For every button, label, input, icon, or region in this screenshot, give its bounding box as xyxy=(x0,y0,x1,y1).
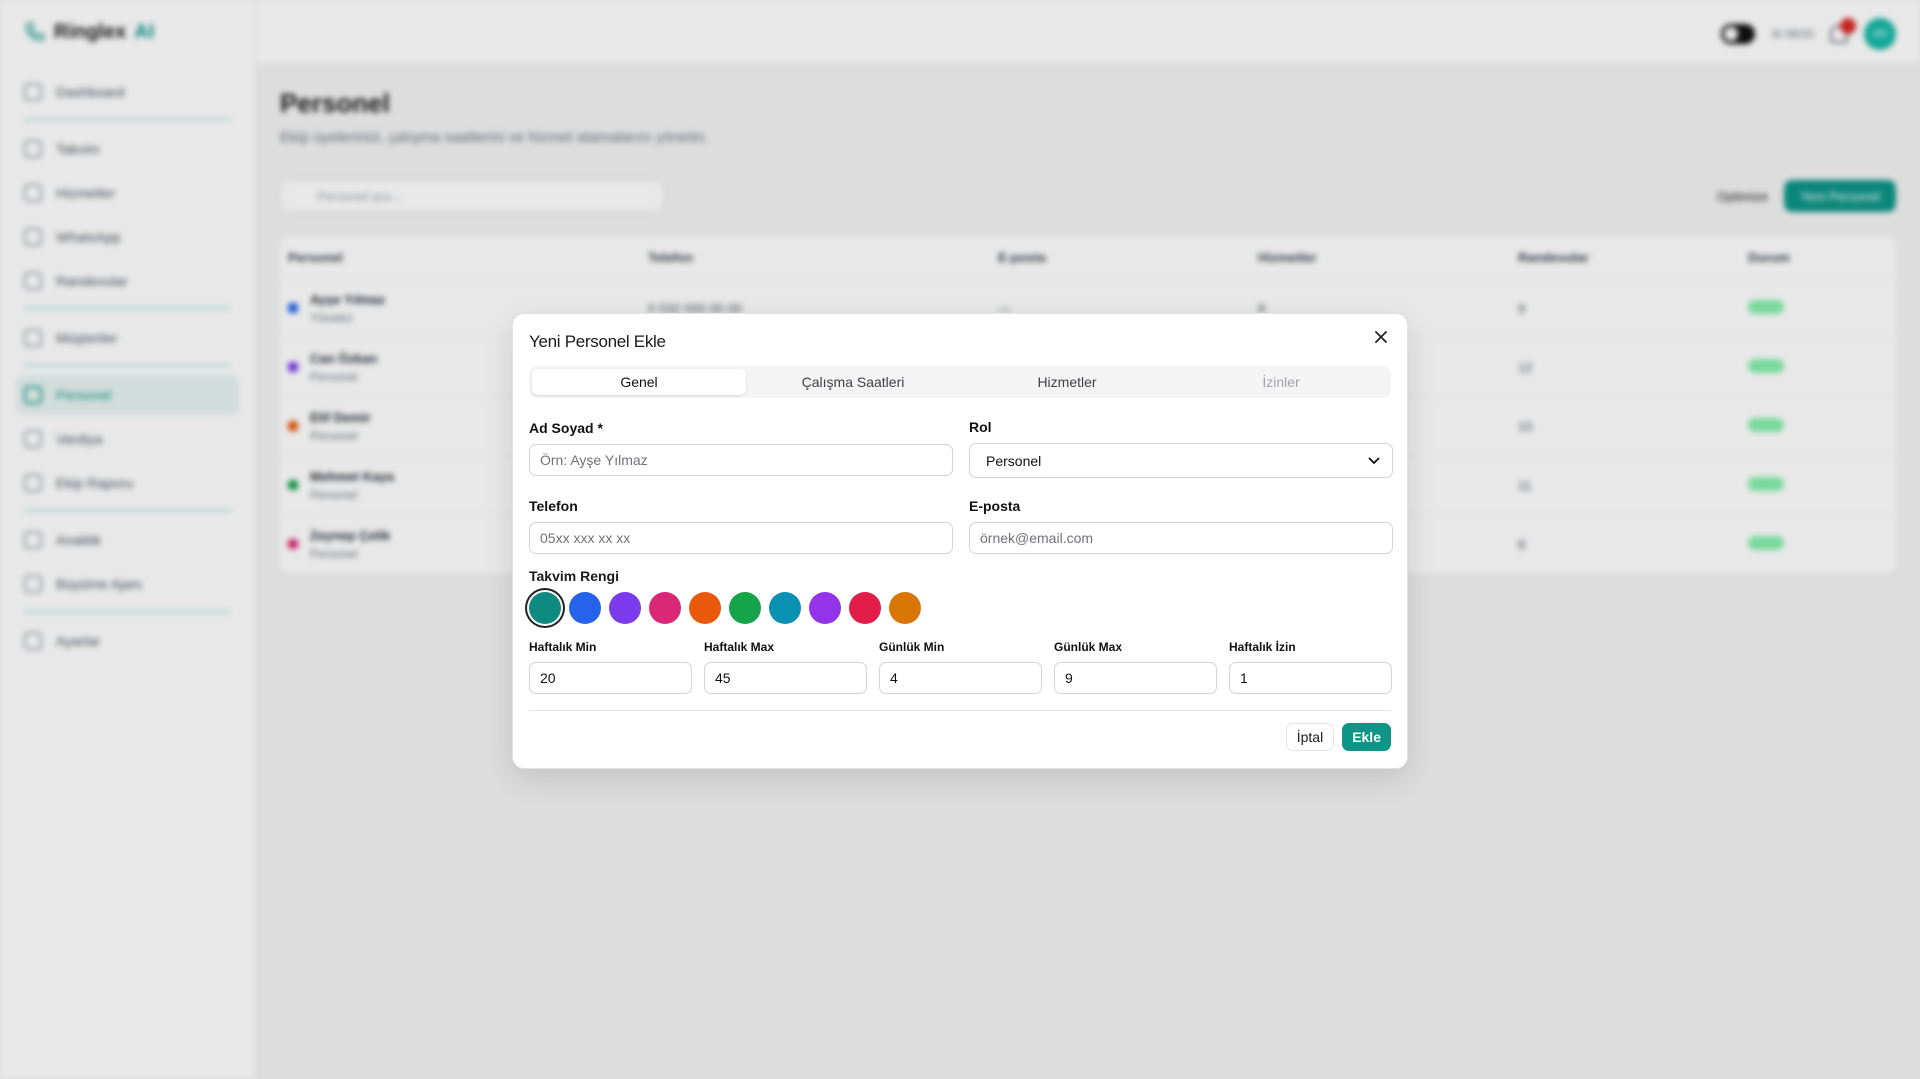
color-swatch[interactable] xyxy=(769,592,801,624)
limit-input[interactable] xyxy=(1229,662,1392,694)
role-select[interactable]: Personel xyxy=(969,443,1393,478)
role-select-value: Personel xyxy=(986,452,1042,469)
tab-services[interactable]: Hizmetler xyxy=(960,369,1174,395)
staff-form: Ad Soyad * Rol Personel Telefon E-posta xyxy=(529,419,1393,574)
role-field-group: Rol Personel xyxy=(969,419,1393,478)
add-button[interactable]: Ekle xyxy=(1342,723,1391,751)
limit-label: Haftalık İzin xyxy=(1229,640,1296,654)
limit-label: Haftalık Min xyxy=(529,640,597,654)
phone-label: Telefon xyxy=(529,498,578,514)
color-swatch[interactable] xyxy=(689,592,721,624)
add-staff-dialog: Yeni Personel Ekle Genel Çalışma Saatler… xyxy=(512,313,1408,769)
phone-input[interactable] xyxy=(529,522,953,554)
color-swatch[interactable] xyxy=(649,592,681,624)
limit-label: Günlük Min xyxy=(879,640,945,654)
color-swatch[interactable] xyxy=(729,592,761,624)
chevron-down-icon xyxy=(1368,456,1380,464)
dialog-footer: İptal Ekle xyxy=(1285,723,1391,751)
cancel-button[interactable]: İptal xyxy=(1285,723,1335,751)
name-input[interactable] xyxy=(529,444,953,476)
footer-divider xyxy=(529,710,1391,711)
limit-input[interactable] xyxy=(1054,662,1217,694)
limit-input[interactable] xyxy=(529,662,692,694)
color-swatch[interactable] xyxy=(609,592,641,624)
limit-field-group: Günlük Max xyxy=(1054,640,1217,694)
tab-general[interactable]: Genel xyxy=(532,369,746,395)
role-label: Rol xyxy=(969,419,992,435)
color-swatch[interactable] xyxy=(809,592,841,624)
limit-field-group: Haftalık Max xyxy=(704,640,867,694)
limit-field-group: Günlük Min xyxy=(879,640,1042,694)
dialog-title: Yeni Personel Ekle xyxy=(529,332,666,351)
phone-field-group: Telefon xyxy=(529,498,953,554)
tab-leaves[interactable]: İzinler xyxy=(1174,369,1388,395)
name-field-group: Ad Soyad * xyxy=(529,420,953,478)
email-label: E-posta xyxy=(969,498,1021,514)
color-swatch[interactable] xyxy=(529,592,561,624)
color-swatch[interactable] xyxy=(849,592,881,624)
hour-limits: Haftalık Min Haftalık Max Günlük Min Günlük… xyxy=(529,640,1392,694)
email-input[interactable] xyxy=(969,522,1393,554)
email-field-group: E-posta xyxy=(969,498,1393,554)
limit-field-group: Haftalık Min xyxy=(529,640,692,694)
limit-field-group: Haftalık İzin xyxy=(1229,640,1392,694)
dialog-tabs: Genel Çalışma Saatleri Hizmetler İzinler xyxy=(529,366,1391,398)
tab-working-hours[interactable]: Çalışma Saatleri xyxy=(746,369,960,395)
calendar-color-picker xyxy=(529,592,1391,624)
limit-input[interactable] xyxy=(704,662,867,694)
calendar-color-label: Takvim Rengi xyxy=(529,568,619,584)
color-swatch[interactable] xyxy=(889,592,921,624)
limit-label: Günlük Max xyxy=(1054,640,1123,654)
color-swatch[interactable] xyxy=(569,592,601,624)
limit-label: Haftalık Max xyxy=(704,640,775,654)
name-label: Ad Soyad * xyxy=(529,420,603,436)
close-icon[interactable] xyxy=(1371,327,1391,347)
limit-input[interactable] xyxy=(879,662,1042,694)
